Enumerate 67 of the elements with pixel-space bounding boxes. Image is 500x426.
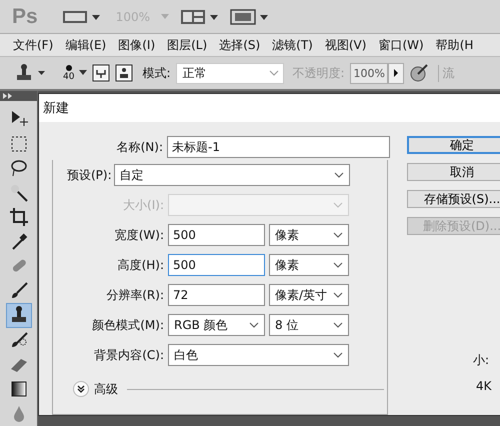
chevron-down-icon [249,322,259,328]
caret-icon [79,70,88,76]
opacity-slider-button[interactable] [388,62,404,84]
mode-dropdown[interactable]: 正常 [176,62,284,84]
chevron-down-icon [268,70,278,76]
field-label: 高度(H): [116,256,164,274]
field-label: 分辨率(R): [105,286,164,304]
field-label: 颜色模式(M): [91,316,164,334]
preset-dropdown[interactable]: 自定 [114,164,350,186]
chevron-down-icon [333,292,343,298]
field-label: 预设(P): [67,166,112,184]
dialog-button[interactable]: 存储预设(S)... [407,190,500,208]
image-size-label: 小: [473,352,490,369]
menu-item[interactable]: 图像(I) [113,36,162,54]
background-dropdown[interactable]: 白色 [168,344,349,366]
menu-item[interactable]: 视图(V) [320,36,374,54]
unit-dropdown[interactable]: 像素/英寸 [269,284,349,306]
menu-item[interactable]: 图层(L) [162,36,214,54]
input-field[interactable]: 72 [168,284,265,306]
chevron-down-icon [333,352,343,358]
field-label: 背景内容(C): [93,346,164,364]
flow-label: 流 [438,64,455,82]
menu-item[interactable]: 编辑(E) [60,36,114,54]
menu-item[interactable]: 窗口(W) [373,36,431,54]
opacity-label: 不透明度: [292,64,345,82]
field-label: 大小(I): [122,196,164,214]
menu-item[interactable]: 文件(F) [8,36,60,54]
mode-label: 模式: [142,64,170,82]
opacity-field[interactable]: 100% [350,62,388,84]
input-field[interactable]: 500 [168,224,265,246]
unit-dropdown[interactable]: 像素 [269,224,349,246]
chevron-down-icon [333,202,343,208]
chevron-down-icon [333,232,343,238]
unit-dropdown[interactable]: 8 位 [269,314,349,336]
wand-tool-icon [8,182,28,203]
gradient-tool-icon [8,379,28,400]
field-label: 宽度(W): [114,226,164,244]
chevron-down-icon [334,172,344,178]
unit-dropdown[interactable]: 像素 [269,254,349,276]
clone-source-icon[interactable] [92,64,110,82]
marquee-tool-icon [8,134,28,154]
app-logo: Ps [12,4,38,28]
image-size-value: 4K [476,379,492,393]
brush-tip-icon [64,64,73,72]
expand-icon[interactable] [73,381,89,397]
caret-icon [160,12,170,20]
layout-icon[interactable] [180,8,220,24]
name-field[interactable]: 未标题-1 [167,136,390,158]
lasso-tool-icon [8,158,28,178]
tool-button[interactable] [6,303,32,328]
advanced-label[interactable]: 高级 [94,380,118,398]
stamp-panel-icon[interactable] [115,64,134,82]
menu-item[interactable]: 滤镜(T) [267,36,320,54]
field-label: 名称(N): [116,138,163,156]
mode-dropdown[interactable]: RGB 颜色 [168,314,265,336]
dialog-button[interactable]: 确定 [407,136,500,154]
crop-tool-icon [8,207,28,228]
menu-item[interactable]: 选择(S) [214,36,268,54]
menu-item[interactable]: 帮助(H [430,36,480,54]
play-icon [392,69,399,77]
brush-preset-picker[interactable]: 40 [63,64,74,82]
dialog-title: 新建 [43,100,69,117]
dialog-button[interactable]: 取消 [407,163,500,181]
chevron-down-icon [333,322,343,328]
screen-mode-icon[interactable] [230,8,270,24]
chevron-down-icon [333,262,343,268]
input-field[interactable]: 500 [168,254,265,276]
